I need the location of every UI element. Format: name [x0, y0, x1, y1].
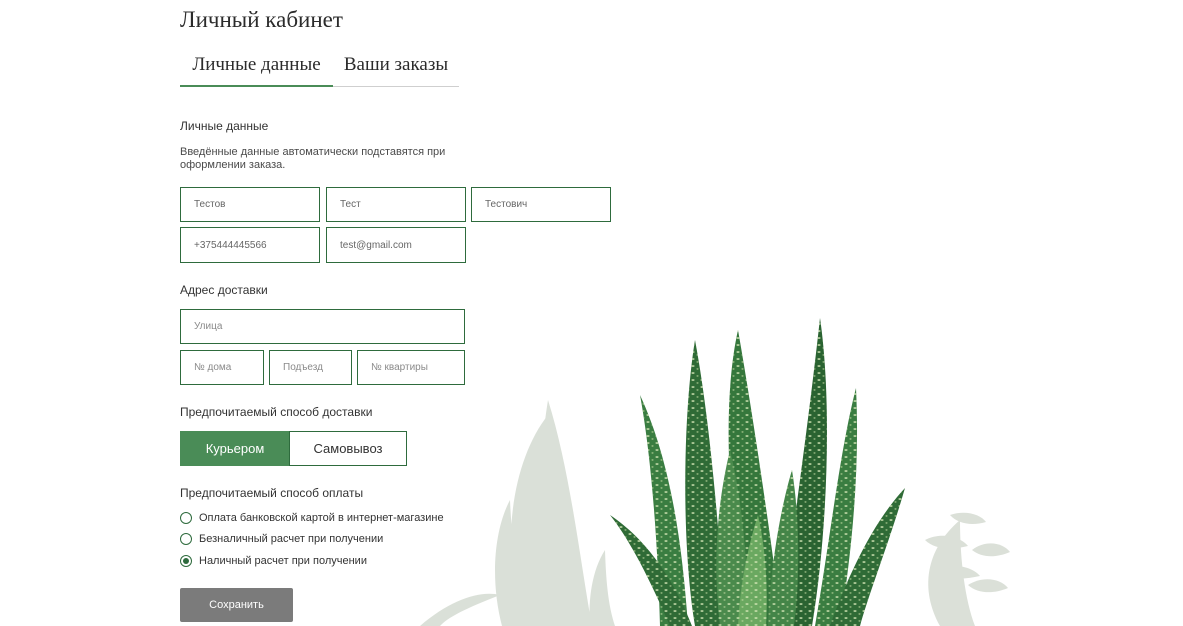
radio-button[interactable] [180, 533, 192, 545]
middle-name-field[interactable] [471, 187, 611, 222]
phone-field[interactable] [180, 227, 320, 263]
delivery-method-toggle: Курьером Самовывоз [180, 431, 407, 466]
tab-orders[interactable]: Ваши заказы [333, 50, 459, 85]
tab-personal-data[interactable]: Личные данные [180, 50, 333, 87]
first-name-field[interactable] [326, 187, 466, 222]
house-number-input[interactable] [180, 350, 264, 385]
aloe-plant-illustration [420, 318, 1010, 626]
courier-button[interactable]: Курьером [180, 431, 290, 466]
radio-button[interactable] [180, 512, 192, 524]
street-input[interactable] [180, 309, 465, 344]
apartment-input[interactable] [357, 350, 465, 385]
payment-option-label: Безналичный расчет при получении [199, 533, 384, 545]
last-name-field[interactable] [180, 187, 320, 222]
page-title: Личный кабинет [180, 7, 343, 32]
save-button[interactable]: Сохранить [180, 588, 293, 622]
tabs-bar: Личные данные Ваши заказы [180, 50, 459, 87]
delivery-heading: Предпочитаемый способ доставки [180, 405, 373, 419]
address-heading: Адрес доставки [180, 283, 268, 297]
pickup-button[interactable]: Самовывоз [289, 431, 407, 466]
payment-option-label: Оплата банковской картой в интернет-мага… [199, 512, 444, 524]
payment-option-label: Наличный расчет при получении [199, 555, 367, 567]
payment-heading: Предпочитаемый способ оплаты [180, 486, 364, 500]
entrance-input[interactable] [269, 350, 352, 385]
radio-button-selected[interactable] [180, 555, 192, 567]
email-field[interactable] [326, 227, 466, 263]
personal-data-heading: Личные данные [180, 119, 269, 133]
autofill-note: Введённые данные автоматически подставят… [180, 146, 446, 171]
